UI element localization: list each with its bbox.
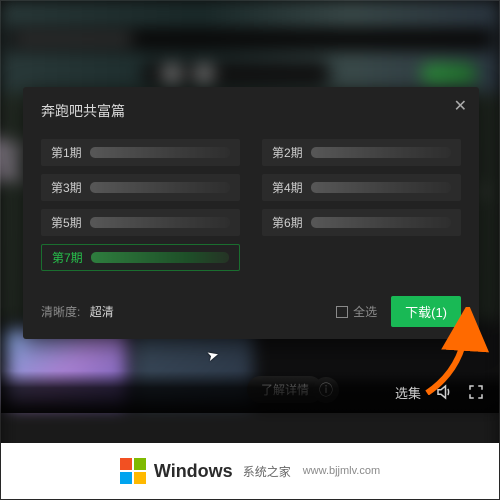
modal-title: 奔跑吧共富篇 [41, 101, 461, 121]
clarity-label: 清晰度: [41, 305, 80, 319]
fullscreen-icon[interactable] [467, 383, 485, 401]
episode-item-3[interactable]: 第3期 [41, 174, 240, 201]
clarity-selector[interactable]: 清晰度: 超清 [41, 303, 114, 320]
close-icon[interactable]: ✕ [454, 99, 467, 115]
episode-item-5[interactable]: 第5期 [41, 209, 240, 236]
volume-icon[interactable] [435, 383, 453, 401]
episode-label: 第5期 [51, 214, 82, 231]
watermark-brand: Windows [154, 461, 233, 482]
episode-label: 第3期 [51, 179, 82, 196]
episode-item-6[interactable]: 第6期 [262, 209, 461, 236]
download-modal: 奔跑吧共富篇 ✕ 第1期 第2期 第3期 第4期 第5期 第6期 第7期 清晰度… [23, 87, 479, 339]
episode-grid: 第1期 第2期 第3期 第4期 第5期 第6期 第7期 [41, 139, 461, 271]
watermark-brand-sub: 系统之家 [243, 463, 291, 480]
select-all-label: 全选 [353, 305, 377, 319]
episode-label: 第2期 [272, 144, 303, 161]
watermark-url: www.bjjmlv.com [303, 465, 380, 477]
episode-label: 第7期 [52, 249, 83, 266]
episode-item-4[interactable]: 第4期 [262, 174, 461, 201]
episode-label: 第4期 [272, 179, 303, 196]
windows-logo-icon [120, 458, 146, 484]
checkbox-icon [336, 306, 348, 318]
episode-item-7[interactable]: 第7期 [41, 244, 240, 271]
watermark-bar: Windows 系统之家 www.bjjmlv.com [1, 443, 499, 499]
episode-item-2[interactable]: 第2期 [262, 139, 461, 166]
episode-label: 第1期 [51, 144, 82, 161]
download-button[interactable]: 下载(1) [391, 296, 461, 327]
episode-item-1[interactable]: 第1期 [41, 139, 240, 166]
episode-label: 第6期 [272, 214, 303, 231]
clarity-value: 超清 [90, 305, 114, 319]
select-all-checkbox[interactable]: 全选 [336, 303, 377, 320]
player-control-bar: 选集 [1, 371, 499, 413]
episodes-button[interactable]: 选集 [395, 383, 421, 402]
